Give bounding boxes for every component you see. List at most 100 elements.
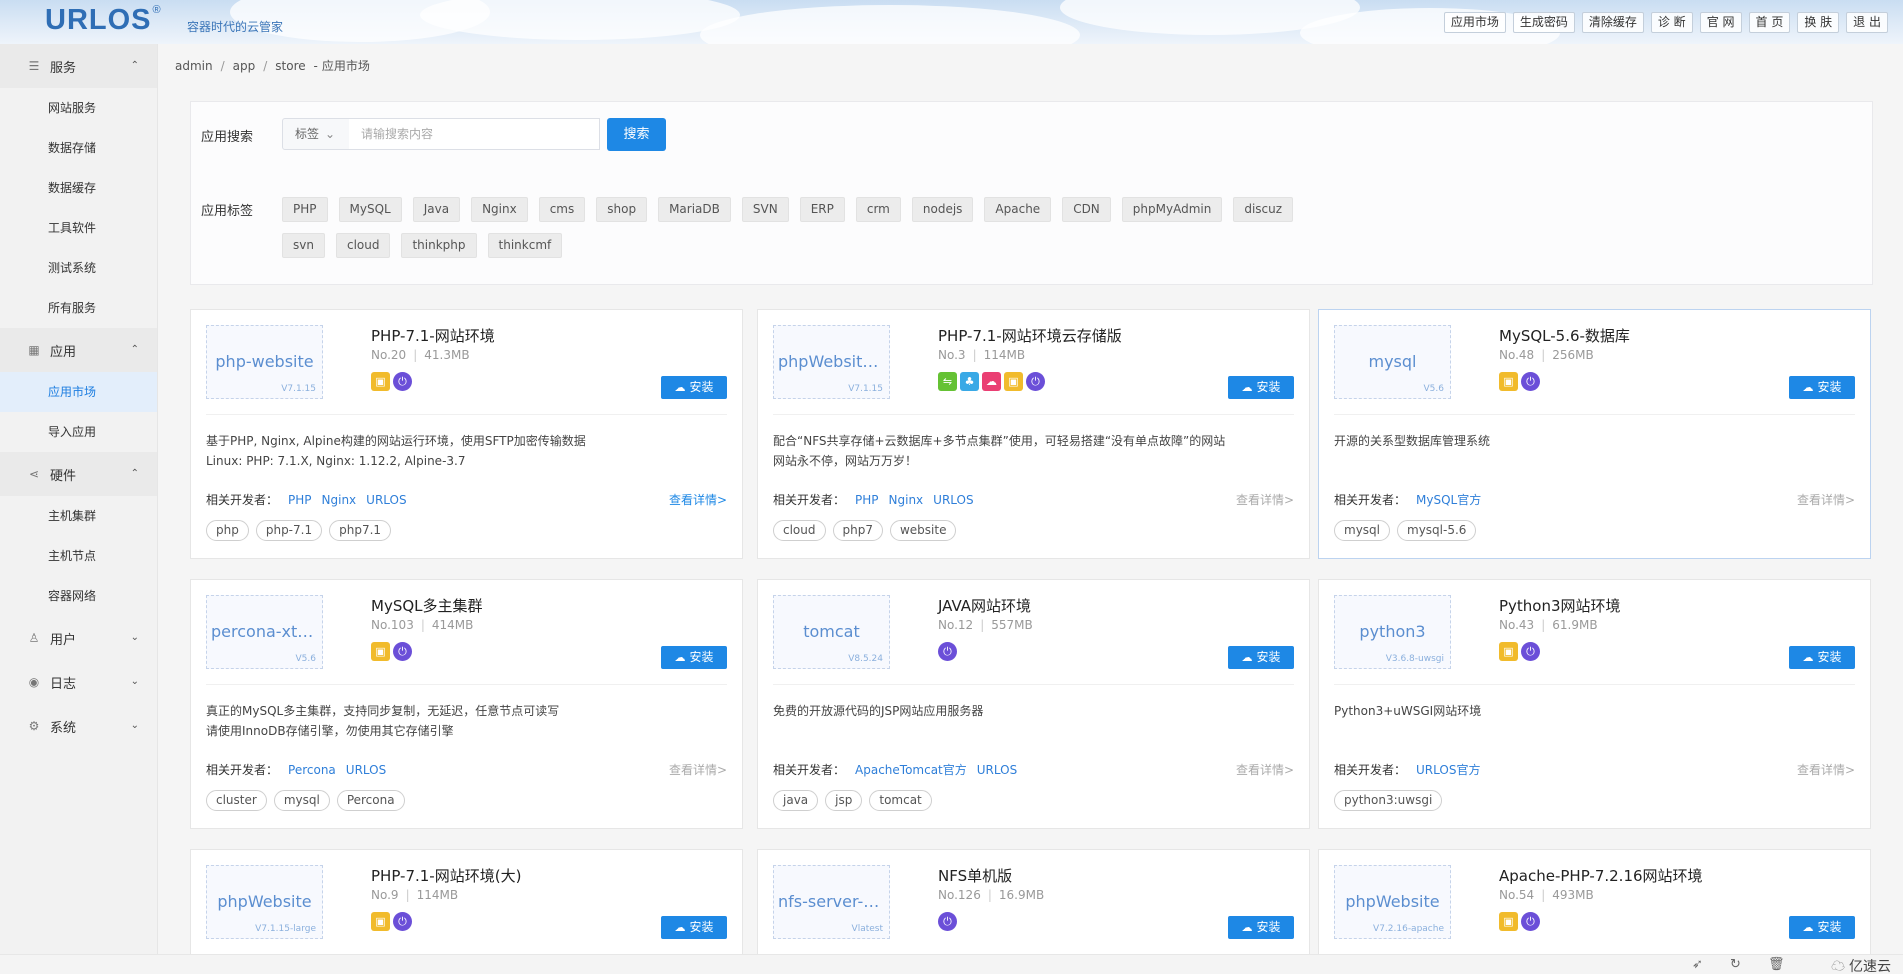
app-tag[interactable]: mysql-5.6 [1397,520,1477,541]
app-title[interactable]: Apache-PHP-7.2.16网站环境 [1499,865,1703,886]
app-tag[interactable]: mysql [273,790,330,811]
install-button[interactable]: ☁ 安装 [661,646,727,669]
app-tag[interactable]: Percona [336,790,405,811]
app-tag[interactable]: mysql [1334,520,1390,541]
view-details-link[interactable]: 查看详情> [669,491,727,508]
nav-app-market-button[interactable]: 应用市场 [1443,12,1506,33]
sidebar-section-0[interactable]: ☰ 服务 ⌃ [0,44,157,88]
refresh-icon[interactable]: ↻ [1730,957,1741,972]
tag-chip[interactable]: svn [282,233,325,258]
view-details-link[interactable]: 查看详情> [669,761,727,778]
app-tag[interactable]: cloud [773,520,826,541]
app-title[interactable]: MySQL多主集群 [371,595,483,616]
sidebar-section-4[interactable]: ◉ 日志 ⌄ [0,660,157,704]
developer-link[interactable]: MySQL官方 [1416,493,1481,507]
install-button[interactable]: ☁ 安装 [661,376,727,399]
app-tag[interactable]: java [773,790,819,811]
app-title[interactable]: PHP-7.1-网站环境云存储版 [938,325,1122,346]
app-thumbnail[interactable]: tomcat V8.5.24 [773,595,890,669]
tag-chip[interactable]: shop [596,197,648,222]
app-title[interactable]: PHP-7.1-网站环境(大) [371,865,521,886]
app-title[interactable]: MySQL-5.6-数据库 [1499,325,1630,346]
app-title[interactable]: PHP-7.1-网站环境 [371,325,495,346]
developer-link[interactable]: ApacheTomcat官方 [855,763,967,777]
sidebar-section-3[interactable]: ♙ 用户 ⌄ [0,616,157,660]
tag-chip[interactable]: CDN [1062,197,1111,222]
app-tag[interactable]: php7 [832,520,883,541]
app-tag[interactable]: php-7.1 [255,520,323,541]
tag-chip[interactable]: Nginx [471,197,528,222]
app-thumbnail[interactable]: php-website V7.1.15 [206,325,323,399]
developer-link[interactable]: PHP [855,493,879,507]
tag-chip[interactable]: PHP [282,197,328,222]
sidebar-item[interactable]: 网站服务 [0,88,157,128]
urlos-logo[interactable]: URLOS® [45,4,162,37]
tag-chip[interactable]: cms [538,197,586,222]
sidebar-item[interactable]: 主机集群 [0,496,157,536]
install-button[interactable]: ☁ 安装 [1789,916,1855,939]
breadcrumb-app[interactable]: app [233,59,256,73]
install-button[interactable]: ☁ 安装 [1228,646,1294,669]
app-thumbnail[interactable]: mysql V5.6 [1334,325,1451,399]
tag-chip[interactable]: ERP [799,197,845,222]
tag-chip[interactable]: crm [855,197,901,222]
sidebar-section-1[interactable]: ▦ 应用 ⌃ [0,328,157,372]
sidebar-item[interactable]: 导入应用 [0,412,157,452]
app-thumbnail[interactable]: phpWebsite V7.1.15-large [206,865,323,939]
sidebar-item[interactable]: 容器网络 [0,576,157,616]
breadcrumb-admin[interactable]: admin [175,59,213,73]
nav-official-site-button[interactable]: 官 网 [1699,12,1742,33]
app-thumbnail[interactable]: phpWebsite V7.2.16-apache [1334,865,1451,939]
view-details-link[interactable]: 查看详情> [1236,761,1294,778]
app-tag[interactable]: tomcat [869,790,932,811]
tag-chip[interactable]: Java [412,197,461,222]
sidebar-section-2[interactable]: ⋖ 硬件 ⌃ [0,452,157,496]
install-button[interactable]: ☁ 安装 [1228,916,1294,939]
sidebar-section-5[interactable]: ⚙ 系统 ⌄ [0,704,157,748]
developer-link[interactable]: PHP [288,493,312,507]
app-thumbnail[interactable]: phpWebsiteCloud V7.1.15 [773,325,890,399]
tag-chip[interactable]: thinkphp [401,233,477,258]
developer-link[interactable]: URLOS [977,763,1017,777]
sidebar-item[interactable]: 数据存储 [0,128,157,168]
tag-chip[interactable]: MariaDB [658,197,731,222]
install-button[interactable]: ☁ 安装 [661,916,727,939]
tag-chip[interactable]: nodejs [911,197,974,222]
nav-diagnose-button[interactable]: 诊 断 [1650,12,1693,33]
search-type-select[interactable]: 标签 ⌄ [282,118,350,150]
app-tag[interactable]: website [889,520,957,541]
nav-home-button[interactable]: 首 页 [1748,12,1791,33]
view-details-link[interactable]: 查看详情> [1797,491,1855,508]
app-thumbnail[interactable]: python3 V3.6.8-uwsgi [1334,595,1451,669]
developer-link[interactable]: URLOS [933,493,973,507]
app-title[interactable]: JAVA网站环境 [938,595,1031,616]
trash-icon[interactable]: 🗑 [1768,957,1785,972]
install-button[interactable]: ☁ 安装 [1789,646,1855,669]
app-title[interactable]: Python3网站环境 [1499,595,1621,616]
app-tag[interactable]: php7.1 [329,520,392,541]
tag-chip[interactable]: SVN [741,197,789,222]
nav-clear-cache-button[interactable]: 清除缓存 [1581,12,1644,33]
developer-link[interactable]: URLOS [346,763,386,777]
tag-chip[interactable]: thinkcmf [487,233,563,258]
nav-skin-button[interactable]: 换 肤 [1797,12,1840,33]
install-button[interactable]: ☁ 安装 [1789,376,1855,399]
app-thumbnail[interactable]: nfs-server-alpine Vlatest [773,865,890,939]
app-title[interactable]: NFS单机版 [938,865,1012,886]
sidebar-item[interactable]: 工具软件 [0,208,157,248]
view-details-link[interactable]: 查看详情> [1797,761,1855,778]
app-tag[interactable]: python3:uwsgi [1334,790,1443,811]
app-tag[interactable]: cluster [206,790,267,811]
app-tag[interactable]: php [206,520,249,541]
app-thumbnail[interactable]: percona-xtradb-cl... V5.6 [206,595,323,669]
sidebar-item[interactable]: 主机节点 [0,536,157,576]
search-input[interactable]: 请输搜索内容 [349,118,600,150]
search-button[interactable]: 搜索 [607,118,666,151]
tag-chip[interactable]: phpMyAdmin [1121,197,1223,222]
install-button[interactable]: ☁ 安装 [1228,376,1294,399]
developer-link[interactable]: URLOS官方 [1416,763,1480,777]
breadcrumb-store[interactable]: store [275,59,305,73]
view-details-link[interactable]: 查看详情> [1236,491,1294,508]
sidebar-item[interactable]: 测试系统 [0,248,157,288]
rocket-icon[interactable]: ➶ [1692,957,1703,972]
